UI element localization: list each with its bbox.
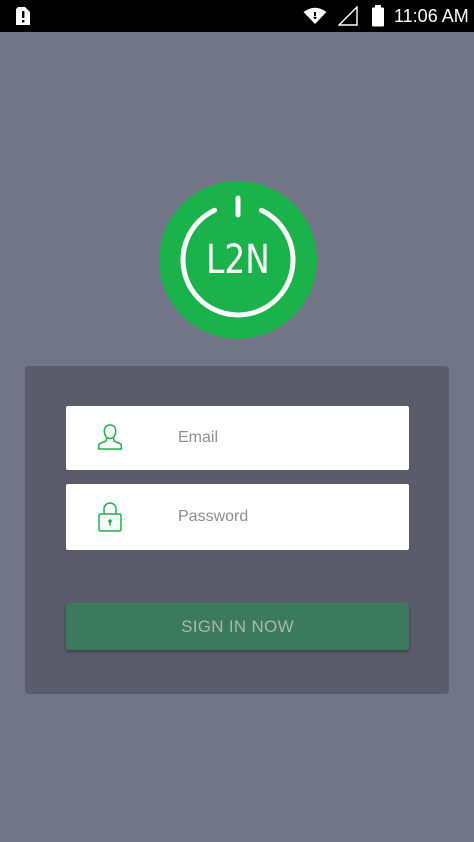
- signal-icon: [337, 5, 358, 31]
- battery-icon: [371, 5, 385, 32]
- password-input[interactable]: [178, 484, 398, 550]
- lock-icon: [97, 501, 123, 538]
- sign-in-button[interactable]: SIGN IN NOW: [66, 603, 409, 650]
- logo-text: L2N: [206, 237, 270, 283]
- status-bar: 11:06 AM: [0, 0, 474, 32]
- email-input[interactable]: [178, 406, 398, 470]
- sim-card-alert-icon: [13, 6, 33, 31]
- user-icon: [97, 423, 123, 456]
- login-card: SIGN IN NOW: [25, 366, 449, 694]
- email-field[interactable]: [66, 406, 409, 470]
- status-time: 11:06 AM: [394, 6, 469, 26]
- wifi-icon: [303, 7, 327, 30]
- app-logo: L2N: [159, 181, 317, 339]
- password-field[interactable]: [66, 484, 409, 550]
